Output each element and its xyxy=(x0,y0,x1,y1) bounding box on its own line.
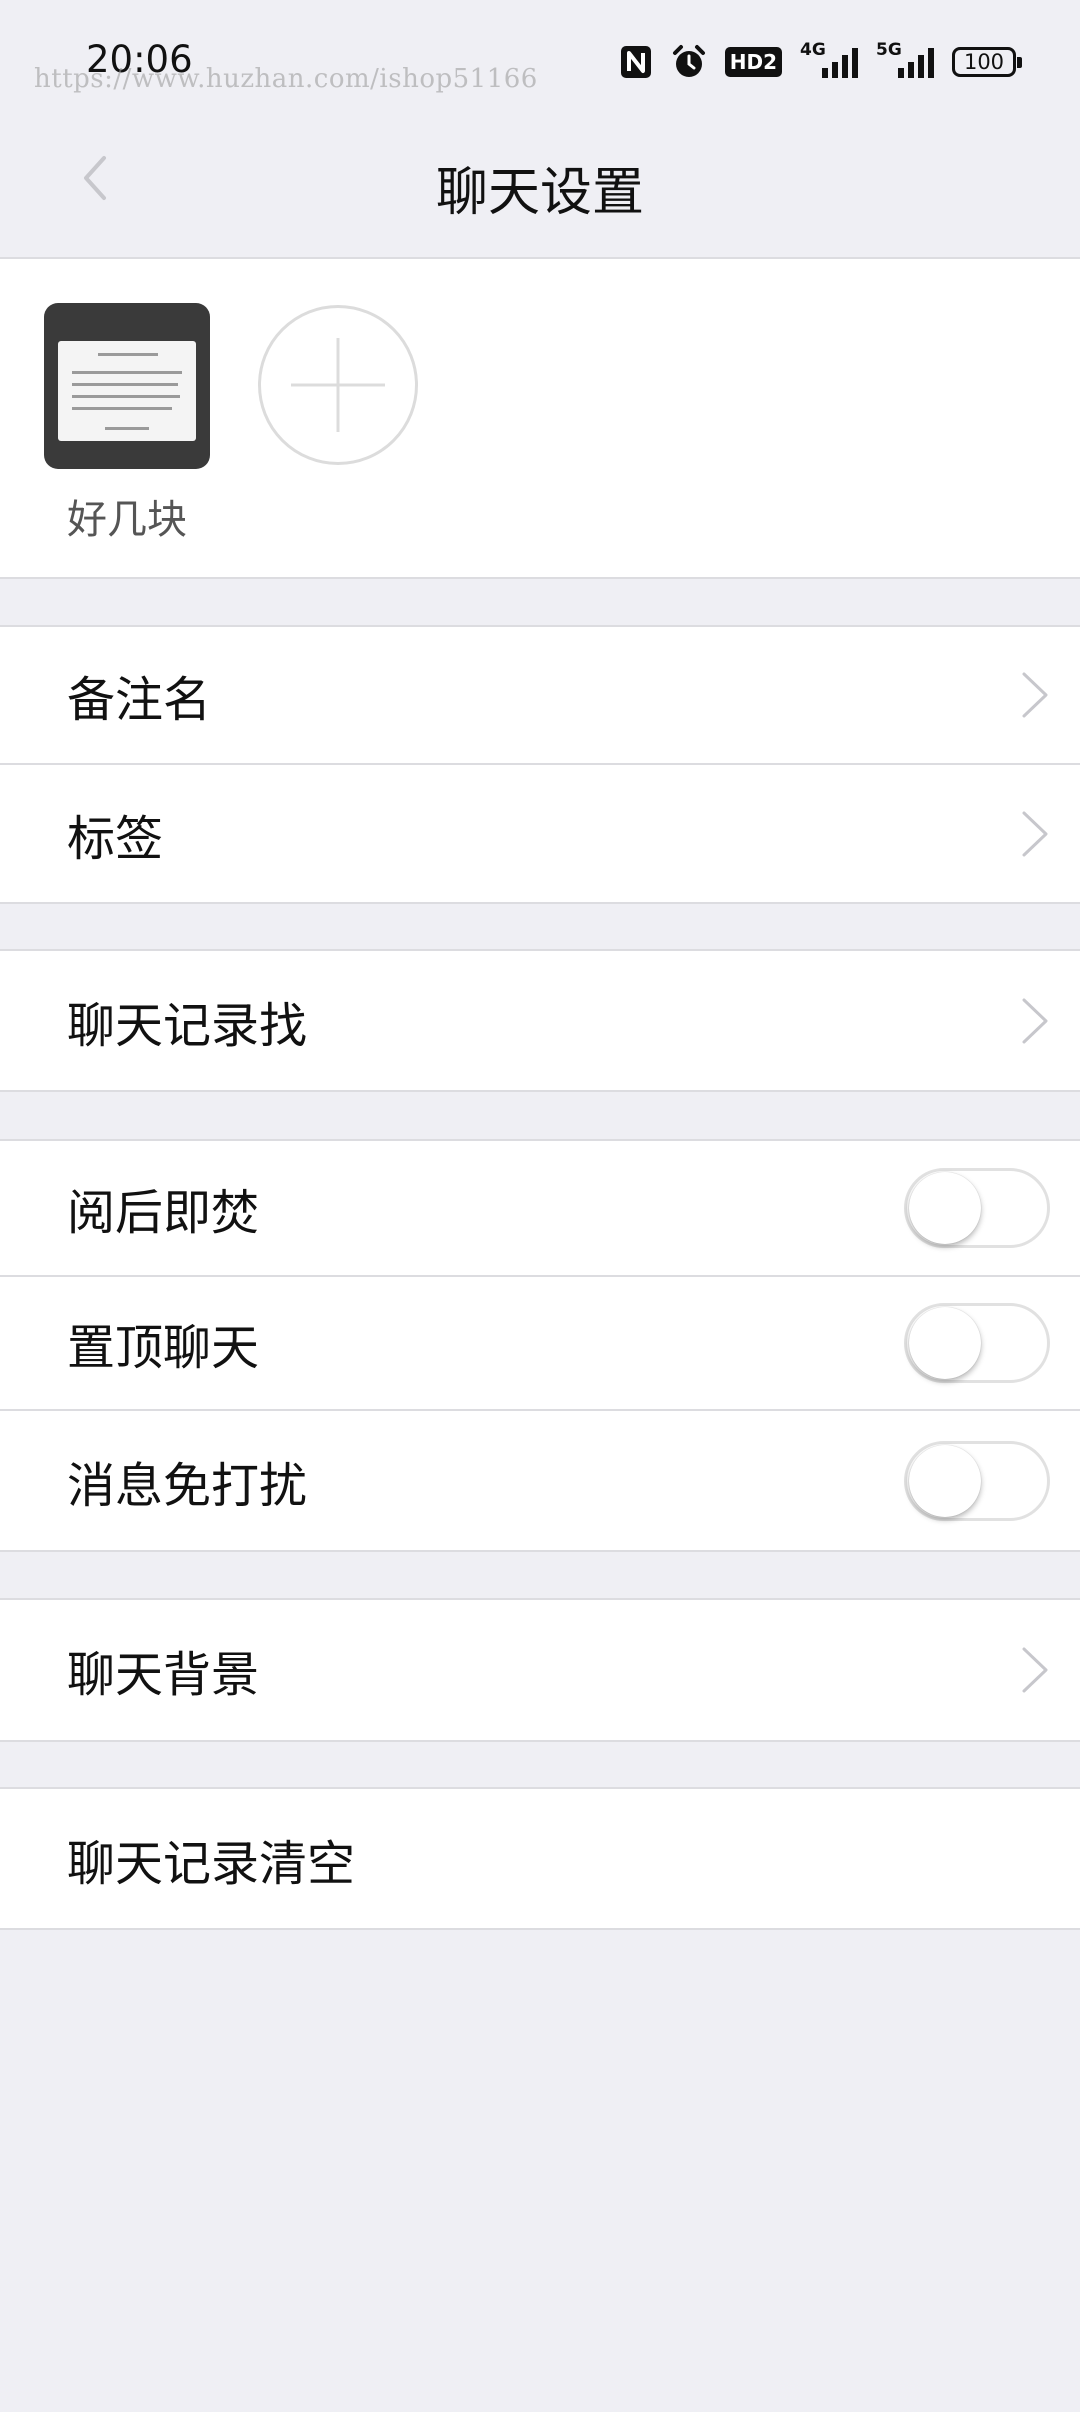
page-title: 聊天设置 xyxy=(435,163,644,223)
watermark-text: https://www.huzhan.com/ishop51166 xyxy=(34,64,538,94)
chat-options-section: 阅后即焚 置顶聊天 消息免打扰 xyxy=(0,1139,1080,1552)
signal-4g-icon: 4G xyxy=(800,40,858,78)
chat-background-label: 聊天背景 xyxy=(67,1647,260,1703)
search-history-label: 聊天记录找 xyxy=(67,997,308,1054)
battery-icon: 100 xyxy=(952,47,1022,77)
nfc-icon xyxy=(620,46,651,78)
alarm-icon xyxy=(672,45,705,77)
toggle-knob xyxy=(909,1172,981,1244)
toggle-knob xyxy=(909,1307,981,1379)
mute-toggle[interactable] xyxy=(904,1440,1050,1521)
burn-after-read-toggle[interactable] xyxy=(904,1168,1050,1248)
search-history-row[interactable]: 聊天记录找 xyxy=(0,951,1080,1090)
chat-background-section: 聊天背景 xyxy=(0,1598,1080,1742)
chevron-right-icon xyxy=(1022,811,1048,856)
chevron-right-icon xyxy=(1022,998,1048,1043)
chat-background-row[interactable]: 聊天背景 xyxy=(0,1600,1080,1740)
profile-section: 备注名 标签 xyxy=(0,625,1080,904)
clear-history-row[interactable]: 聊天记录清空 xyxy=(0,1789,1080,1928)
search-history-section: 聊天记录找 xyxy=(0,949,1080,1092)
net-5g-label: 5G xyxy=(876,40,902,60)
status-bar: 20:06 https://www.huzhan.com/ishop51166 … xyxy=(0,0,1080,120)
chevron-right-icon xyxy=(1022,1647,1048,1693)
member-avatar[interactable] xyxy=(44,303,210,469)
net-4g-label: 4G xyxy=(800,40,826,60)
add-member-button[interactable] xyxy=(258,305,418,465)
nav-bar: 聊天设置 xyxy=(0,120,1080,257)
member-name: 好几块 xyxy=(67,497,187,543)
clear-history-section: 聊天记录清空 xyxy=(0,1787,1080,1930)
remark-name-row[interactable]: 备注名 xyxy=(0,627,1080,763)
burn-after-read-row: 阅后即焚 xyxy=(0,1141,1080,1275)
pin-chat-label: 置顶聊天 xyxy=(67,1320,260,1376)
signal-5g-icon: 5G xyxy=(876,40,934,78)
chat-members-card: 好几块 xyxy=(0,257,1080,579)
chevron-right-icon xyxy=(1022,672,1048,718)
status-icons: HD2 4G 5G 100 xyxy=(619,40,1022,82)
mute-label: 消息免打扰 xyxy=(67,1457,308,1514)
plus-icon xyxy=(291,338,385,432)
burn-after-read-label: 阅后即焚 xyxy=(67,1185,260,1241)
mute-row: 消息免打扰 xyxy=(0,1411,1080,1550)
toggle-knob xyxy=(909,1444,981,1517)
remark-name-label: 备注名 xyxy=(67,672,212,728)
tags-label: 标签 xyxy=(67,810,164,867)
avatar-image xyxy=(58,341,196,441)
pin-chat-row: 置顶聊天 xyxy=(0,1277,1080,1409)
pin-chat-toggle[interactable] xyxy=(904,1303,1050,1383)
clear-history-label: 聊天记录清空 xyxy=(67,1835,356,1892)
tags-row[interactable]: 标签 xyxy=(0,765,1080,902)
hd-icon: HD2 xyxy=(724,47,782,77)
